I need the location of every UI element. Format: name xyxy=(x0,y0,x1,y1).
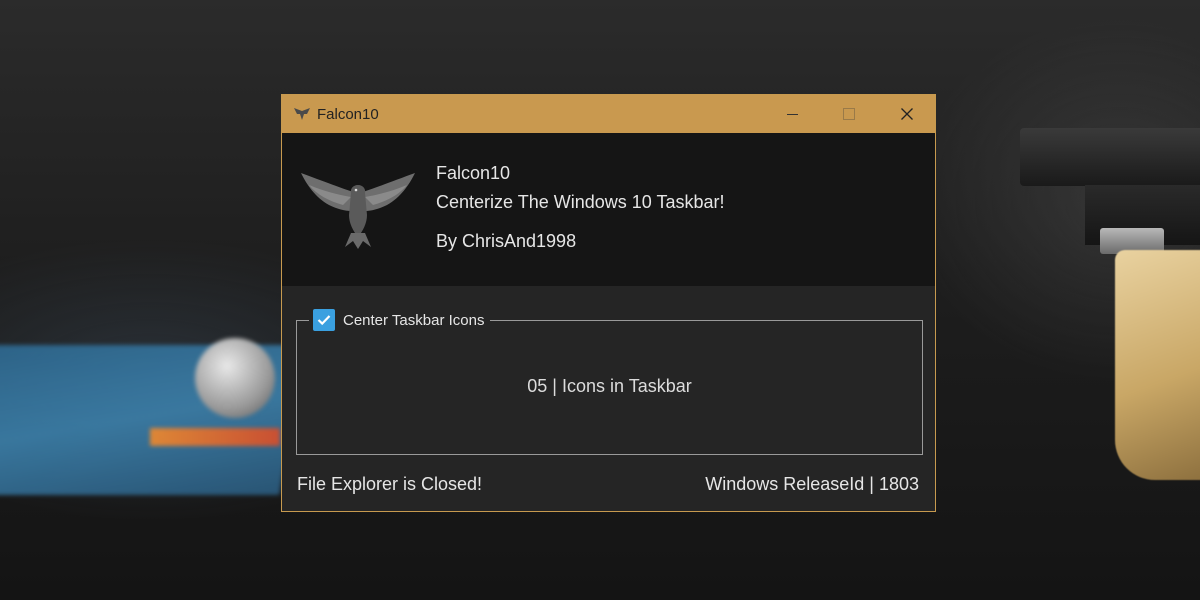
explorer-status: File Explorer is Closed! xyxy=(297,474,483,494)
app-name: Falcon10 xyxy=(436,163,511,183)
center-icons-option[interactable]: Center Taskbar Icons xyxy=(309,308,491,332)
app-icon xyxy=(294,108,310,120)
center-icons-label: Center Taskbar Icons xyxy=(343,311,485,329)
icons-count-text: 05 | Icons in Taskbar xyxy=(527,376,692,396)
app-author: By ChrisAnd1998 xyxy=(436,231,577,251)
title-bar[interactable]: Falcon10 xyxy=(282,95,935,133)
maximize-button[interactable] xyxy=(820,95,878,133)
app-window: Falcon10 Falcon10 Centerize The Windows … xyxy=(281,94,936,512)
windows-release-id: Windows ReleaseId | 1803 xyxy=(705,474,919,494)
window-title: Falcon10 xyxy=(317,106,379,123)
checkmark-icon xyxy=(317,315,331,326)
falcon-logo-icon xyxy=(301,173,415,249)
taskbar-options-group: Center Taskbar Icons 05 | Icons in Taskb… xyxy=(296,308,923,455)
minimize-icon xyxy=(786,113,798,115)
background-tonearm xyxy=(1115,250,1200,480)
minimize-button[interactable] xyxy=(763,95,821,133)
app-tagline: Centerize The Windows 10 Taskbar! xyxy=(436,192,725,212)
center-icons-checkbox[interactable] xyxy=(313,309,335,331)
background-spindle xyxy=(195,338,275,418)
app-header: Falcon10 Centerize The Windows 10 Taskba… xyxy=(282,133,935,286)
background-cartridge xyxy=(1020,128,1200,186)
maximize-icon xyxy=(843,108,855,120)
close-button[interactable] xyxy=(878,95,936,133)
background-record-label xyxy=(150,428,280,446)
close-icon xyxy=(901,108,913,120)
